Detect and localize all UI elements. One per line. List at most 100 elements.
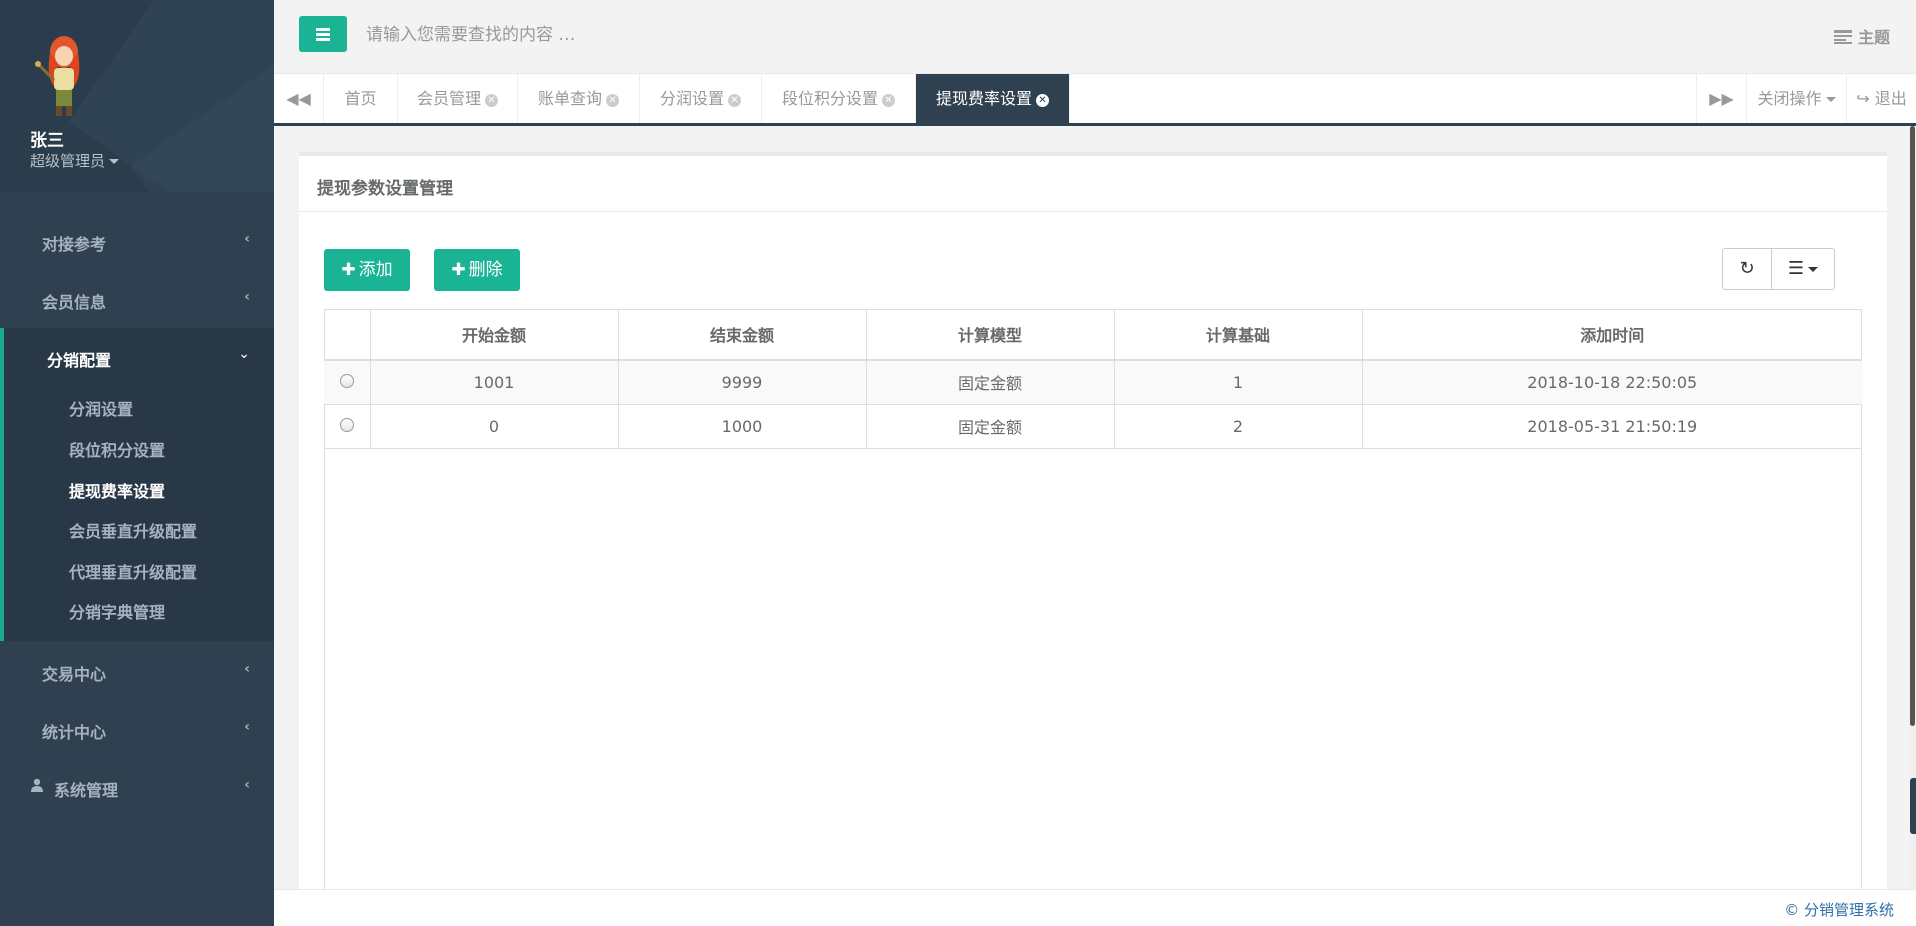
close-operations-label: 关闭操作 <box>1757 89 1822 108</box>
refresh-icon: ↻ <box>1739 258 1755 279</box>
tab-home[interactable]: 首页 <box>324 74 398 123</box>
column-header[interactable]: 计算基础 <box>1114 309 1363 361</box>
close-operations-dropdown[interactable]: 关闭操作 <box>1746 74 1846 123</box>
delete-label: 删除 <box>468 260 503 280</box>
column-header[interactable]: 结束金额 <box>618 309 867 361</box>
tab-withdraw-fee[interactable]: 提现费率设置 ✕ <box>916 74 1070 123</box>
table-cell: 2018-10-18 22:50:05 <box>1362 360 1862 405</box>
panel-title: 提现参数设置管理 <box>317 179 453 199</box>
table-cell: 9999 <box>618 360 867 405</box>
row-radio[interactable] <box>339 373 354 388</box>
sidebar-item-members[interactable]: 会员信息 ‹ <box>0 270 274 328</box>
close-icon[interactable]: ✕ <box>1036 94 1049 107</box>
tab-label: 会员管理 <box>416 89 481 108</box>
menu-toggle-button[interactable] <box>299 16 347 52</box>
list-icon: ☰ <box>1787 258 1805 279</box>
sidebar-subitem-member-upgrade[interactable]: 会员垂直升级配置 <box>69 518 197 542</box>
sidebar-item-distribution[interactable]: 分销配置 ⌄ 分润设置 段位积分设置 提现费率设置 会员垂直升级配置 代理垂直升… <box>0 328 274 641</box>
columns-toggle-button[interactable]: ☰ <box>1771 248 1835 290</box>
tab-rank-points[interactable]: 段位积分设置 ✕ <box>762 74 916 123</box>
column-header[interactable]: 计算模型 <box>866 309 1115 361</box>
refresh-button[interactable]: ↻ <box>1722 248 1772 290</box>
table-cell: 1001 <box>370 360 619 405</box>
user-role-dropdown[interactable]: 超级管理员 <box>30 150 120 171</box>
tab-label: 提现费率设置 <box>935 89 1032 108</box>
sidebar-item-label: 会员信息 <box>42 293 107 312</box>
page-scrollbar[interactable] <box>1909 126 1916 889</box>
close-icon[interactable]: ✕ <box>606 94 619 107</box>
tab-label: 账单查询 <box>537 89 602 108</box>
theme-icon <box>1833 30 1852 44</box>
table-cell: 2018-05-31 21:50:19 <box>1362 404 1862 449</box>
chevron-left-icon: ‹ <box>244 719 250 735</box>
close-icon[interactable]: ✕ <box>728 94 741 107</box>
avatar[interactable] <box>32 34 96 118</box>
table-cell: 固定金额 <box>866 404 1115 449</box>
logout-label: 退出 <box>1874 89 1907 108</box>
withdraw-fee-table: 开始金额 结束金额 计算模型 计算基础 添加时间 1001 9999 固定金额 … <box>324 309 1862 449</box>
tab-member-management[interactable]: 会员管理 ✕ <box>398 74 518 123</box>
sidebar-subitem-withdraw-fee[interactable]: 提现费率设置 <box>69 478 165 502</box>
tab-profit-settings[interactable]: 分润设置 ✕ <box>640 74 762 123</box>
top-navbar: 主题 <box>274 0 1916 74</box>
footer-copyright: © 分销管理系统 <box>1784 901 1894 919</box>
main-content: 提现参数设置管理 ✚ 添加 ✚ 删除 ↻ ☰ 开始金额 结束金额 计算模型 计算基础… <box>274 126 1916 893</box>
user-icon <box>31 778 43 792</box>
column-header[interactable]: 开始金额 <box>370 309 619 361</box>
select-column-header <box>324 309 371 361</box>
table-cell: 1000 <box>618 404 867 449</box>
sidebar-item-integration[interactable]: 对接参考 ‹ <box>0 212 274 270</box>
logout-button[interactable]: ↪ 退出 <box>1846 74 1916 123</box>
tabs-scroll-right-button[interactable]: ▶▶ <box>1696 74 1746 123</box>
withdraw-settings-panel: 提现参数设置管理 ✚ 添加 ✚ 删除 ↻ ☰ 开始金额 结束金额 计算模型 计算基础… <box>299 152 1887 893</box>
table-cell: 0 <box>370 404 619 449</box>
caret-down-icon <box>1825 97 1836 102</box>
tab-label: 段位积分设置 <box>781 89 878 108</box>
caret-down-icon <box>1808 266 1819 272</box>
tabs-bar: ◀◀ 首页 会员管理 ✕ 账单查询 ✕ 分润设置 ✕ 段位积分设置 ✕ 提现费率设置 ✕ … <box>274 74 1916 126</box>
sidebar-subitem-dictionary[interactable]: 分销字典管理 <box>69 599 165 623</box>
row-select-cell[interactable] <box>324 360 371 405</box>
plus-icon: ✚ <box>451 260 466 280</box>
add-label: 添加 <box>358 260 393 280</box>
chevron-left-icon: ‹ <box>244 231 250 247</box>
tab-bill-query[interactable]: 账单查询 ✕ <box>518 74 640 123</box>
sidebar-item-label: 分销配置 <box>47 351 112 370</box>
add-button[interactable]: ✚ 添加 <box>324 249 410 291</box>
chevron-down-icon: ⌄ <box>238 346 250 362</box>
profile-header: 张三 超级管理员 <box>0 0 274 192</box>
close-icon[interactable]: ✕ <box>882 94 895 107</box>
sidebar-item-system[interactable]: 系统管理 ‹ <box>0 758 274 816</box>
sidebar-item-label: 统计中心 <box>42 723 107 742</box>
row-radio[interactable] <box>339 417 354 432</box>
chevron-left-icon: ‹ <box>244 289 250 305</box>
search-input[interactable] <box>366 20 1066 50</box>
tabs-scroll-left-button[interactable]: ◀◀ <box>274 74 324 123</box>
row-select-cell[interactable] <box>324 404 371 449</box>
table-row[interactable]: 1001 9999 固定金额 1 2018-10-18 22:50:05 <box>324 360 1862 405</box>
delete-button[interactable]: ✚ 删除 <box>434 249 520 291</box>
panel-header: 提现参数设置管理 <box>299 156 1887 212</box>
sidebar-item-label: 对接参考 <box>42 235 107 254</box>
chevron-left-icon: ‹ <box>244 661 250 677</box>
sidebar-subitem-agent-upgrade[interactable]: 代理垂直升级配置 <box>69 559 197 583</box>
column-header[interactable]: 添加时间 <box>1362 309 1862 361</box>
tab-label: 首页 <box>344 89 377 108</box>
theme-label: 主题 <box>1857 28 1890 47</box>
close-icon[interactable]: ✕ <box>485 94 498 107</box>
sidebar-subitem-profit[interactable]: 分润设置 <box>69 396 133 420</box>
sidebar-subitem-rank-points[interactable]: 段位积分设置 <box>69 437 165 461</box>
tab-label: 分润设置 <box>659 89 724 108</box>
user-role-label: 超级管理员 <box>30 152 106 170</box>
double-left-icon: ◀◀ <box>286 89 311 108</box>
scrollbar-thumb[interactable] <box>1910 126 1915 726</box>
caret-down-icon <box>109 159 120 164</box>
chevron-left-icon: ‹ <box>244 777 250 793</box>
side-widget-handle[interactable] <box>1910 778 1916 834</box>
table-row[interactable]: 0 1000 固定金额 2 2018-05-31 21:50:19 <box>324 404 1862 449</box>
sidebar-item-trade[interactable]: 交易中心 ‹ <box>0 642 274 700</box>
theme-button[interactable]: 主题 <box>1833 24 1890 48</box>
footer: © 分销管理系统 <box>274 889 1916 926</box>
sidebar-item-statistics[interactable]: 统计中心 ‹ <box>0 700 274 758</box>
sidebar: 张三 超级管理员 对接参考 ‹ 会员信息 ‹ 分销配置 ⌄ 分润设置 段位积分设… <box>0 0 274 926</box>
